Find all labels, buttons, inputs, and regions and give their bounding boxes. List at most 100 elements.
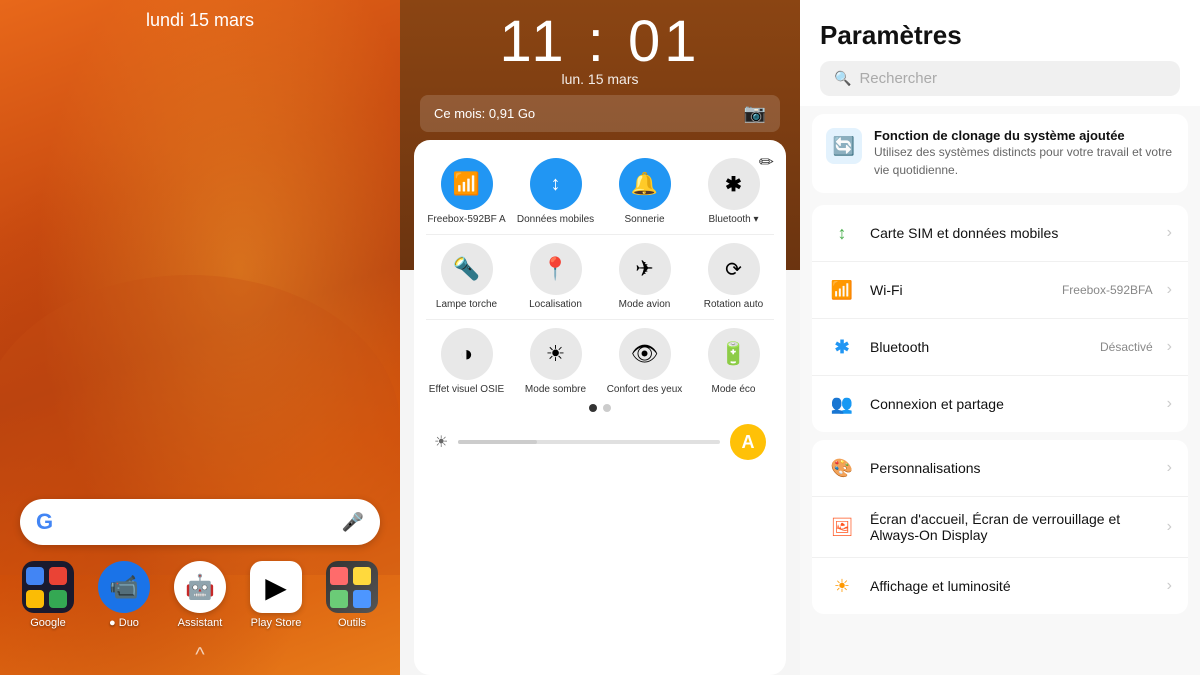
app-item-google[interactable]: Google — [22, 561, 74, 629]
home-screen-panel: lundi 15 mars G 🎤 Google 📹 ● Duo — [0, 0, 400, 675]
display-chevron: › — [1167, 577, 1172, 595]
brightness-slider[interactable] — [458, 440, 720, 444]
qs-grid-row1: 📶 Freebox-592BF A ↕ Données mobiles 🔔 So… — [426, 158, 774, 226]
qs-torch-circle: 🔦 — [441, 243, 493, 295]
display-icon: ☀ — [828, 572, 856, 600]
qs-wifi-circle: 📶 — [441, 158, 493, 210]
google-apps-icon — [22, 561, 74, 613]
screen-chevron: › — [1167, 518, 1172, 536]
qs-rotation-label: Rotation auto — [704, 299, 764, 311]
settings-item-connection[interactable]: 👥 Connexion et partage › — [812, 376, 1188, 432]
app-item-outils[interactable]: Outils — [326, 561, 378, 629]
bluetooth-label: Bluetooth — [870, 339, 1086, 355]
promo-icon: 🔄 — [826, 128, 862, 164]
qs-torch[interactable]: 🔦 Lampe torche — [426, 243, 507, 311]
settings-item-wifi[interactable]: 📶 Wi-Fi Freebox-592BFA › — [812, 262, 1188, 319]
qs-location[interactable]: 📍 Localisation — [515, 243, 596, 311]
qs-wifi-label: Freebox-592BF A — [427, 214, 505, 226]
qs-torch-label: Lampe torche — [436, 299, 497, 311]
google-search-bar[interactable]: G 🎤 — [20, 499, 380, 545]
bluetooth-icon-s: ✱ — [828, 333, 856, 361]
search-icon: 🔍 — [834, 70, 851, 87]
connection-chevron: › — [1167, 395, 1172, 413]
app-item-assistant[interactable]: 🤖 Assistant — [174, 561, 226, 629]
edit-button[interactable]: ✏ — [759, 152, 774, 173]
app-label-playstore: Play Store — [251, 617, 302, 629]
display-text: Affichage et luminosité — [870, 578, 1153, 594]
qs-eco-circle: 🔋 — [708, 328, 760, 380]
connection-label: Connexion et partage — [870, 396, 1153, 412]
app-label-assistant: Assistant — [178, 617, 223, 629]
connection-icon: 👥 — [828, 390, 856, 418]
quick-settings-card: ✏ 📶 Freebox-592BF A ↕ Données mobiles 🔔 … — [414, 140, 786, 675]
sim-label: Carte SIM et données mobiles — [870, 225, 1153, 241]
qs-wifi[interactable]: 📶 Freebox-592BF A — [426, 158, 507, 226]
qs-sound-circle: 🔔 — [619, 158, 671, 210]
user-avatar[interactable]: A — [730, 424, 766, 460]
brightness-row: ☀ A — [426, 420, 774, 464]
home-date: lundi 15 mars — [0, 0, 400, 31]
lock-time: 11 : 01 — [400, 8, 800, 75]
sim-text: Carte SIM et données mobiles — [870, 225, 1153, 241]
promo-title: Fonction de clonage du système ajoutée — [874, 128, 1174, 143]
settings-search-bar[interactable]: 🔍 Rechercher — [820, 61, 1180, 96]
qs-sound[interactable]: 🔔 Sonnerie — [604, 158, 685, 226]
quick-settings-panel: 11 : 01 lun. 15 mars Ce mois: 0,91 Go 📷 … — [400, 0, 800, 675]
display-label: Affichage et luminosité — [870, 578, 1153, 594]
settings-item-screen[interactable]: 🖼 Écran d'accueil, Écran de verrouillage… — [812, 497, 1188, 558]
qs-bluetooth-circle: ✱ — [708, 158, 760, 210]
duo-icon: 📹 — [98, 561, 150, 613]
sim-icon: ↕ — [828, 219, 856, 247]
qs-comfort-label: Confort des yeux — [607, 384, 683, 396]
qs-divider2 — [426, 319, 774, 320]
bluetooth-text: Bluetooth — [870, 339, 1086, 355]
app-item-duo[interactable]: 📹 ● Duo — [98, 561, 150, 629]
connection-text: Connexion et partage — [870, 396, 1153, 412]
google-logo: G — [36, 509, 53, 535]
settings-panel: Paramètres 🔍 Rechercher 🔄 Fonction de cl… — [800, 0, 1200, 675]
qs-dark[interactable]: ☀ Mode sombre — [515, 328, 596, 396]
settings-item-perso[interactable]: 🎨 Personnalisations › — [812, 440, 1188, 497]
qs-airplane-circle: ✈ — [619, 243, 671, 295]
settings-title: Paramètres — [820, 20, 1180, 51]
wifi-text: Wi-Fi — [870, 282, 1048, 298]
qs-airplane[interactable]: ✈ Mode avion — [604, 243, 685, 311]
settings-item-bluetooth[interactable]: ✱ Bluetooth Désactivé › — [812, 319, 1188, 376]
qs-grid-row2: 🔦 Lampe torche 📍 Localisation ✈ Mode avi… — [426, 243, 774, 311]
screen-icon: 🖼 — [828, 513, 856, 541]
qs-data[interactable]: ↕ Données mobiles — [515, 158, 596, 226]
settings-header: Paramètres 🔍 Rechercher — [800, 0, 1200, 106]
qs-dark-circle: ☀ — [530, 328, 582, 380]
lock-screen-header: 11 : 01 lun. 15 mars — [400, 0, 800, 87]
app-label-google: Google — [30, 617, 65, 629]
settings-item-display[interactable]: ☀ Affichage et luminosité › — [812, 558, 1188, 614]
qs-comfort[interactable]: 👁 Confort des yeux — [604, 328, 685, 396]
perso-icon: 🎨 — [828, 454, 856, 482]
qs-airplane-label: Mode avion — [619, 299, 671, 311]
qs-rotation-circle: ⟳ — [708, 243, 760, 295]
outils-icon — [326, 561, 378, 613]
settings-list-2: 🎨 Personnalisations › 🖼 Écran d'accueil,… — [812, 440, 1188, 614]
qs-eco[interactable]: 🔋 Mode éco — [693, 328, 774, 396]
search-placeholder: Rechercher — [859, 70, 937, 87]
promo-desc: Utilisez des systèmes distincts pour vot… — [874, 145, 1172, 177]
qs-eco-label: Mode éco — [712, 384, 756, 396]
qs-rotation[interactable]: ⟳ Rotation auto — [693, 243, 774, 311]
brightness-fill — [458, 440, 536, 444]
settings-item-sim[interactable]: ↕ Carte SIM et données mobiles › — [812, 205, 1188, 262]
qs-bluetooth-label: Bluetooth ▾ — [708, 214, 758, 226]
settings-promo-card[interactable]: 🔄 Fonction de clonage du système ajoutée… — [812, 114, 1188, 193]
wifi-value: Freebox-592BFA — [1062, 283, 1153, 297]
app-label-outils: Outils — [338, 617, 366, 629]
playstore-icon: ▶ — [250, 561, 302, 613]
qs-osie[interactable]: ◑ Effet visuel OSIE — [426, 328, 507, 396]
mic-icon[interactable]: 🎤 — [342, 512, 364, 533]
qs-data-label: Données mobiles — [517, 214, 594, 226]
nav-up-indicator: ^ — [0, 644, 400, 675]
perso-chevron: › — [1167, 459, 1172, 477]
lock-date: lun. 15 mars — [400, 71, 800, 87]
wifi-icon-s: 📶 — [828, 276, 856, 304]
app-item-playstore[interactable]: ▶ Play Store — [250, 561, 302, 629]
brightness-icon: ☀ — [434, 432, 448, 452]
qs-osie-label: Effet visuel OSIE — [429, 384, 504, 396]
